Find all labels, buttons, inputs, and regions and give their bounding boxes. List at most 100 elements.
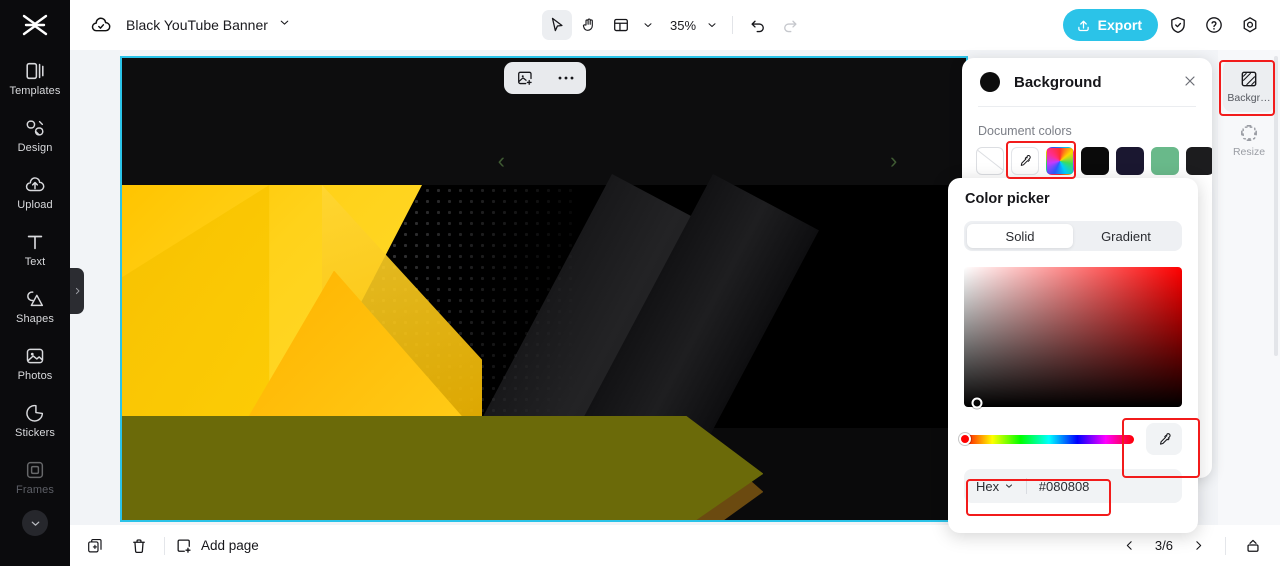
pages-panel-icon	[1247, 539, 1259, 552]
hex-divider	[1026, 478, 1027, 494]
pager-divider	[1225, 536, 1226, 555]
picker-eyedropper-button[interactable]	[1146, 423, 1182, 455]
right-rail-item-resize[interactable]: Resize	[1223, 114, 1275, 166]
security-button[interactable]	[1162, 9, 1194, 41]
sidebar-item-shapes[interactable]: Shapes	[0, 278, 70, 335]
shapes-icon	[27, 291, 44, 307]
sidebar-item-label: Shapes	[16, 313, 54, 325]
color-mode-tabs: Solid Gradient	[964, 221, 1182, 251]
chevron-right-icon	[1195, 541, 1201, 550]
zoom-level-caret[interactable]	[702, 11, 722, 39]
prev-page-button[interactable]	[1117, 533, 1143, 559]
eyedropper-icon	[1159, 432, 1171, 445]
sidebar-item-stickers[interactable]: Stickers	[0, 392, 70, 449]
document-title[interactable]: Black YouTube Banner	[126, 17, 268, 33]
swatch-eyedropper[interactable]	[1011, 147, 1039, 175]
zoom-level-value[interactable]: 35%	[660, 18, 700, 33]
sidebar-item-upload[interactable]: Upload	[0, 164, 70, 221]
settings-button[interactable]	[1234, 9, 1266, 41]
settings-gear-icon	[1243, 17, 1257, 33]
artwork-chevron-right: ›	[890, 148, 898, 174]
chevron-down-icon	[31, 521, 39, 526]
panel-scrollbar[interactable]	[1274, 56, 1278, 356]
sidebar-item-photos[interactable]: Photos	[0, 335, 70, 392]
export-button[interactable]: Export	[1062, 9, 1158, 41]
sidebar-collapse-handle[interactable]	[70, 268, 84, 314]
eyedropper-icon	[1020, 155, 1031, 166]
color-picker-popup: Color picker Solid Gradient Hex	[948, 178, 1198, 533]
hand-tool-button[interactable]	[574, 10, 604, 40]
sidebar-item-label: Frames	[16, 484, 54, 496]
saturation-handle[interactable]	[971, 397, 983, 409]
sidebar-item-label: Text	[24, 256, 46, 268]
right-rail-item-background[interactable]: Backgr…	[1223, 60, 1275, 112]
close-icon[interactable]	[1182, 73, 1198, 92]
saturation-value-area[interactable]	[964, 267, 1182, 409]
hex-value-input[interactable]	[1038, 478, 1170, 494]
next-page-button[interactable]	[1185, 533, 1211, 559]
export-button-label: Export	[1097, 17, 1142, 33]
sidebar-item-label: Stickers	[15, 427, 55, 439]
redo-button[interactable]	[775, 10, 805, 40]
sidebar-item-frames[interactable]: Frames	[0, 449, 70, 506]
chevron-down-icon	[280, 20, 289, 25]
top-right-actions: Export	[1062, 9, 1266, 41]
sidebar-item-text[interactable]: Text	[0, 221, 70, 278]
trash-icon	[133, 538, 145, 553]
help-button[interactable]	[1198, 9, 1230, 41]
element-more-button[interactable]	[552, 65, 580, 91]
add-page-icon	[177, 539, 191, 553]
background-color-preview[interactable]	[980, 72, 1000, 92]
swatch-black[interactable]	[1081, 147, 1109, 175]
undo-button[interactable]	[743, 10, 773, 40]
swatch-green[interactable]	[1151, 147, 1179, 175]
sidebar-item-design[interactable]: Design	[0, 107, 70, 164]
page-layout-icon	[614, 18, 628, 32]
background-icon	[1241, 71, 1257, 86]
image-add-icon	[517, 71, 532, 85]
sidebar-items: Templates Design Upload Text Shapes Phot…	[0, 50, 70, 536]
artboard-selected[interactable]: ‹ ›	[120, 56, 968, 522]
templates-icon	[26, 62, 44, 80]
swatch-dark-navy[interactable]	[1116, 147, 1144, 175]
tab-gradient[interactable]: Gradient	[1073, 224, 1179, 248]
element-floating-toolbar	[504, 62, 586, 94]
swatch-dark-gray[interactable]	[1186, 147, 1212, 175]
background-panel-header: Background	[962, 58, 1212, 106]
add-page-button[interactable]: Add page	[175, 537, 259, 555]
document-title-caret[interactable]	[278, 16, 291, 34]
bottom-divider	[164, 536, 165, 555]
page-layout-caret[interactable]	[638, 11, 658, 39]
artwork-banner: ‹ ›	[122, 58, 966, 520]
stickers-icon	[26, 404, 44, 422]
chevron-right-icon	[75, 287, 79, 295]
sidebar-item-label: Templates	[9, 85, 61, 97]
sidebar-item-templates[interactable]: Templates	[0, 50, 70, 107]
frames-icon	[26, 461, 44, 479]
duplicate-page-button[interactable]	[80, 531, 110, 561]
delete-page-button[interactable]	[124, 531, 154, 561]
replace-image-button[interactable]	[511, 65, 539, 91]
cloud-saved-icon	[91, 17, 111, 32]
right-rail-item-label: Backgr…	[1227, 91, 1271, 104]
app-logo[interactable]	[0, 0, 70, 50]
tab-solid[interactable]: Solid	[967, 224, 1073, 248]
sidebar-more-button[interactable]	[22, 510, 48, 536]
hue-slider[interactable]	[959, 433, 1134, 445]
add-page-label: Add page	[201, 538, 259, 553]
select-tool-button[interactable]	[542, 10, 572, 40]
help-circle-icon	[1206, 17, 1222, 33]
swatch-color-wheel[interactable]	[1046, 147, 1074, 175]
hue-handle[interactable]	[959, 433, 971, 445]
chevron-down-icon	[1006, 484, 1013, 488]
swatch-no-color[interactable]	[976, 147, 1004, 175]
pages-panel-button[interactable]	[1240, 533, 1266, 559]
background-panel-title: Background	[1014, 73, 1102, 91]
page-indicator: 3/6	[1154, 538, 1173, 553]
hex-mode-selector[interactable]: Hex	[976, 479, 1014, 494]
canvas-tools: 35%	[542, 10, 805, 40]
page-layout-button[interactable]	[606, 10, 636, 40]
left-sidebar: Templates Design Upload Text Shapes Phot…	[0, 0, 70, 566]
ellipsis-icon	[558, 76, 573, 80]
cursor-select-icon	[551, 17, 563, 32]
